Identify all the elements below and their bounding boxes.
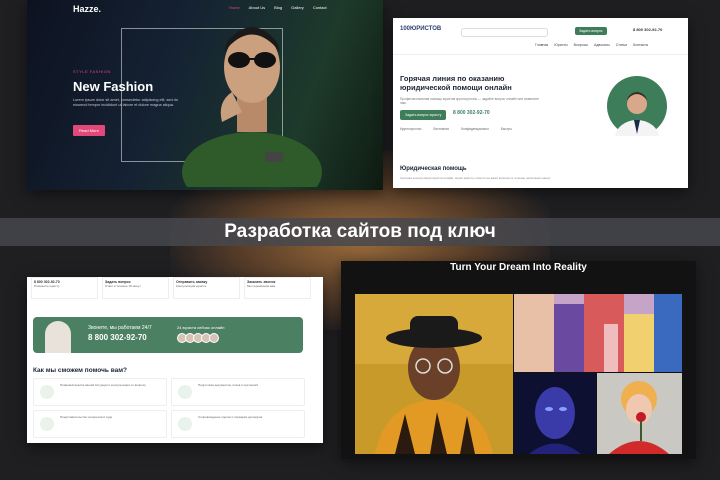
service-grid: Правовой анализ вашей ситуации и консуль…	[33, 378, 305, 438]
dream-site-preview: Turn Your Dream Into Reality	[341, 261, 696, 459]
service-card[interactable]: Правовой анализ вашей ситуации и консуль…	[33, 378, 167, 406]
service-card-text: Представительство интересов в суде	[60, 415, 113, 419]
online-lawyers-text: 24 юриста сейчас онлайн	[177, 325, 225, 330]
call-banner-question: Звоните, мы работаем 24/7	[88, 325, 152, 331]
blue-portrait-image	[514, 373, 596, 454]
service-icon	[40, 417, 54, 431]
abstract-architecture-image	[514, 294, 682, 372]
feature-list: Круглосуточно Бесплатно Конфиденциально …	[400, 127, 512, 131]
contact-card-text: Позвонить юристу	[34, 284, 60, 288]
contact-card[interactable]: Отправить заявку Консультация юриста	[173, 277, 240, 299]
contact-card[interactable]: Задать вопрос Ответ в течение 15 минут	[102, 277, 169, 299]
fashion-kicker: STYLE FASHION	[73, 69, 111, 74]
lawyer-avatars	[177, 333, 219, 343]
legal-nav-item[interactable]: Юристы	[554, 43, 567, 47]
feature-item: Бесплатно	[433, 127, 450, 131]
header-phone[interactable]: 8 800 302-92-70	[633, 27, 662, 32]
read-more-button[interactable]: Read More	[73, 125, 105, 136]
contact-cards: 8 800 302-92-70 Позвонить юристу Задать в…	[31, 277, 311, 299]
legal-logo: 100ЮРИСТОВ	[400, 26, 442, 32]
legal-nav-item[interactable]: Статьи	[616, 43, 627, 47]
legal-intro: Профессиональная помощь юристов круглосу…	[400, 97, 539, 106]
legal-nav: Главная Юристы Вопросы Адвокаты Статьи К…	[535, 43, 648, 47]
contact-card-text: Мы перезвоним вам	[247, 284, 276, 288]
service-card-text: Подготовка документов, исков и претензий	[198, 383, 258, 387]
service-card-text: Правовой анализ вашей ситуации и консуль…	[60, 383, 146, 387]
fashion-logo: Hazze.	[73, 4, 102, 14]
hat-portrait-image	[355, 294, 513, 454]
flower-portrait-image	[597, 373, 682, 454]
fashion-nav-about[interactable]: About Us	[249, 5, 265, 10]
feature-item: Быстро	[500, 127, 512, 131]
section-text: Срочная консультация юриста онлайн. Наши…	[400, 176, 552, 180]
banner-title: Разработка сайтов под ключ	[224, 221, 496, 242]
fashion-model-image	[182, 27, 322, 187]
service-icon	[178, 385, 192, 399]
legal-headline: Горячая линия по оказанию юридической по…	[400, 74, 512, 92]
contact-card[interactable]: 8 800 302-92-70 Позвонить юристу	[31, 277, 98, 299]
ask-question-button[interactable]: Задать вопрос	[575, 27, 607, 35]
legal-site-preview: 100ЮРИСТОВ Задать вопрос 8 800 302-92-70…	[393, 18, 688, 188]
section-title: Юридическая помощь	[400, 166, 467, 172]
fashion-nav-gallery[interactable]: Gallery	[291, 5, 304, 10]
service-card[interactable]: Представительство интересов в суде	[33, 410, 167, 438]
feature-item: Круглосуточно	[400, 127, 422, 131]
fashion-title: New Fashion	[73, 79, 154, 94]
service-card-text: Сопровождение сделок и проверка договоро…	[198, 415, 263, 419]
service-icon	[40, 385, 54, 399]
legal-nav-item[interactable]: Вопросы	[574, 43, 588, 47]
divider	[393, 54, 688, 55]
contact-card[interactable]: Заказать звонок Мы перезвоним вам	[244, 277, 311, 299]
dream-title: Turn Your Dream Into Reality	[450, 262, 587, 273]
fashion-nav-home[interactable]: Home	[229, 5, 240, 10]
call-banner-phone[interactable]: 8 800 302-92-70	[88, 333, 147, 342]
legal-nav-item[interactable]: Главная	[535, 43, 548, 47]
fashion-nav-blog[interactable]: Blog	[274, 5, 282, 10]
fashion-nav-contact[interactable]: Contact	[313, 5, 327, 10]
service-card[interactable]: Подготовка документов, исков и претензий	[171, 378, 305, 406]
contact-card-text: Консультация юриста	[176, 284, 207, 288]
service-icon	[178, 417, 192, 431]
hero-phone[interactable]: 8 800 302-92-70	[453, 110, 490, 116]
fashion-nav: Home About Us Blog Gallery Contact	[229, 5, 327, 10]
fashion-site-preview: Hazze. Home About Us Blog Gallery Contac…	[27, 0, 383, 190]
search-input[interactable]	[461, 28, 548, 37]
legal-nav-item[interactable]: Адвокаты	[594, 43, 610, 47]
service-card[interactable]: Сопровождение сделок и проверка договоро…	[171, 410, 305, 438]
operator-avatar	[45, 321, 71, 353]
legal-nav-item[interactable]: Контакты	[633, 43, 648, 47]
fashion-description: Lorem ipsum dolor sit amet, consectetur …	[73, 98, 178, 107]
lawyer-portrait	[607, 76, 667, 156]
title-banner: Разработка сайтов под ключ	[0, 218, 720, 246]
feature-item: Конфиденциально	[461, 127, 489, 131]
call-banner: Звоните, мы работаем 24/7 8 800 302-92-7…	[33, 317, 303, 353]
services-site-preview: 8 800 302-92-70 Позвонить юристу Задать в…	[27, 277, 323, 443]
contact-card-text: Ответ в течение 15 минут	[105, 284, 141, 288]
ask-lawyer-button[interactable]: Задать вопрос юристу	[400, 110, 447, 120]
help-section-title: Как мы сможем помочь вам?	[33, 367, 127, 374]
